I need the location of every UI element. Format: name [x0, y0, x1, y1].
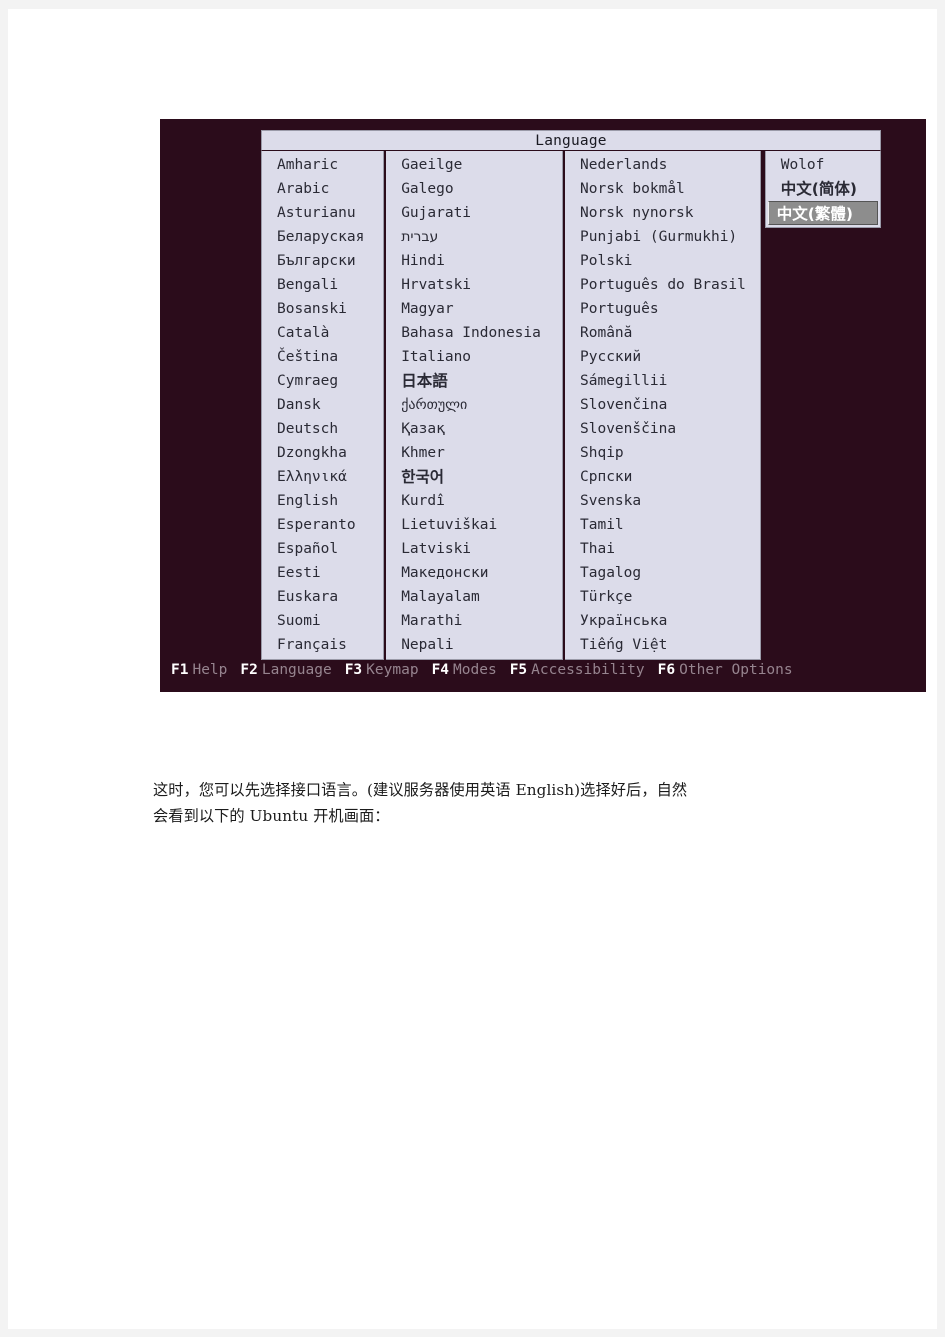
- function-key-code: F3: [344, 662, 363, 678]
- function-key-bar: F1 Help F2 Language F3 Keymap F4 Modes F5 Accessi…: [160, 659, 926, 681]
- language-item[interactable]: Khmer: [386, 441, 562, 465]
- function-key-label: Help: [192, 662, 228, 678]
- language-item[interactable]: Kurdî: [386, 489, 562, 513]
- ubuntu-installer-screenshot: Language Amharic Arabic Asturianu Беларуска…: [160, 119, 926, 692]
- language-item[interactable]: Suomi: [262, 609, 383, 633]
- language-item[interactable]: Thai: [565, 537, 760, 561]
- language-item[interactable]: Eesti: [262, 561, 383, 585]
- language-item[interactable]: Deutsch: [262, 417, 383, 441]
- caption-line-1: 这时，您可以先选择接口语言。(建议服务器使用英语 English)选择好后，自然: [153, 781, 688, 799]
- language-item[interactable]: Català: [262, 321, 383, 345]
- language-columns: Amharic Arabic Asturianu Беларуская Българск…: [261, 151, 881, 660]
- language-item[interactable]: Amharic: [262, 153, 383, 177]
- function-key-f1[interactable]: F1 Help: [171, 662, 227, 678]
- language-item[interactable]: עברית: [386, 225, 562, 249]
- function-key-f3[interactable]: F3 Keymap: [345, 662, 419, 678]
- language-item[interactable]: Қазақ: [386, 417, 562, 441]
- language-item[interactable]: Wolof: [766, 153, 880, 177]
- language-item[interactable]: Punjabi (Gurmukhi): [565, 225, 760, 249]
- language-item[interactable]: Hrvatski: [386, 273, 562, 297]
- function-key-label: Other Options: [679, 662, 793, 678]
- language-item[interactable]: Nepali: [386, 633, 562, 657]
- language-item[interactable]: Polski: [565, 249, 760, 273]
- language-item[interactable]: Español: [262, 537, 383, 561]
- language-item[interactable]: Lietuviškai: [386, 513, 562, 537]
- language-item[interactable]: 日本語: [386, 369, 562, 393]
- language-item[interactable]: Türkçe: [565, 585, 760, 609]
- language-item[interactable]: ქართული: [386, 393, 562, 417]
- function-key-code: F6: [657, 662, 676, 678]
- language-selection-dialog: Language Amharic Arabic Asturianu Беларуска…: [261, 130, 881, 660]
- language-item[interactable]: Dansk: [262, 393, 383, 417]
- language-item[interactable]: Gujarati: [386, 201, 562, 225]
- language-item[interactable]: Nederlands: [565, 153, 760, 177]
- language-item[interactable]: Marathi: [386, 609, 562, 633]
- language-item[interactable]: Беларуская: [262, 225, 383, 249]
- caption-line-2: 会看到以下的 Ubuntu 开机画面：: [153, 807, 390, 825]
- language-item[interactable]: 中文(简体): [766, 177, 880, 201]
- language-item[interactable]: Bahasa Indonesia: [386, 321, 562, 345]
- language-item[interactable]: Gaeilge: [386, 153, 562, 177]
- language-item[interactable]: Tiếng Việt: [565, 633, 760, 657]
- language-item[interactable]: Italiano: [386, 345, 562, 369]
- language-item[interactable]: Tagalog: [565, 561, 760, 585]
- function-key-f6[interactable]: F6 Other Options: [658, 662, 793, 678]
- language-item[interactable]: Sámegillii: [565, 369, 760, 393]
- language-item[interactable]: Malayalam: [386, 585, 562, 609]
- function-key-code: F2: [240, 662, 258, 678]
- language-item-selected[interactable]: 中文(繁體): [767, 201, 878, 225]
- language-item[interactable]: Asturianu: [262, 201, 383, 225]
- language-column-2[interactable]: Gaeilge Galego Gujarati עברית Hindi Hrvatski M…: [386, 151, 564, 660]
- language-item[interactable]: Dzongkha: [262, 441, 383, 465]
- dialog-title: Language: [261, 130, 881, 151]
- language-item[interactable]: Arabic: [262, 177, 383, 201]
- function-key-label: Modes: [453, 662, 497, 678]
- language-item[interactable]: Čeština: [262, 345, 383, 369]
- function-key-label: Keymap: [366, 662, 419, 678]
- language-item[interactable]: Português: [565, 297, 760, 321]
- language-item[interactable]: Svenska: [565, 489, 760, 513]
- language-item[interactable]: Hindi: [386, 249, 562, 273]
- language-item[interactable]: Slovenščina: [565, 417, 760, 441]
- language-item[interactable]: Latviski: [386, 537, 562, 561]
- function-key-label: Language: [261, 662, 332, 678]
- document-page: Language Amharic Arabic Asturianu Беларуска…: [8, 9, 937, 1329]
- language-item[interactable]: Русский: [565, 345, 760, 369]
- language-column-1[interactable]: Amharic Arabic Asturianu Беларуская Българск…: [261, 151, 385, 660]
- language-item[interactable]: Norsk bokmål: [565, 177, 760, 201]
- language-item[interactable]: Slovenčina: [565, 393, 760, 417]
- language-item[interactable]: 한국어: [386, 465, 562, 489]
- function-key-f2[interactable]: F2 Language: [240, 662, 331, 678]
- language-item[interactable]: Bosanski: [262, 297, 383, 321]
- language-item[interactable]: Bengali: [262, 273, 383, 297]
- function-key-f4[interactable]: F4 Modes: [432, 662, 497, 678]
- function-key-f5[interactable]: F5 Accessibility: [510, 662, 645, 678]
- function-key-label: Accessibility: [531, 662, 645, 678]
- language-item[interactable]: Tamil: [565, 513, 760, 537]
- language-column-4[interactable]: Wolof 中文(简体) 中文(繁體): [764, 151, 881, 228]
- caption-paragraph: 这时，您可以先选择接口语言。(建议服务器使用英语 English)选择好后，自然…: [153, 777, 868, 829]
- function-key-code: F1: [171, 662, 189, 678]
- language-item[interactable]: Galego: [386, 177, 562, 201]
- language-column-3[interactable]: Nederlands Norsk bokmål Norsk nynorsk Punja…: [565, 151, 761, 660]
- language-item[interactable]: Română: [565, 321, 760, 345]
- function-key-code: F5: [509, 662, 528, 678]
- language-item[interactable]: Esperanto: [262, 513, 383, 537]
- language-item[interactable]: Français: [262, 633, 383, 657]
- language-item[interactable]: Cymraeg: [262, 369, 383, 393]
- language-item[interactable]: English: [262, 489, 383, 513]
- language-item[interactable]: Magyar: [386, 297, 562, 321]
- language-item[interactable]: Ελληνικά: [262, 465, 383, 489]
- language-item[interactable]: Norsk nynorsk: [565, 201, 760, 225]
- language-item[interactable]: Български: [262, 249, 383, 273]
- language-item[interactable]: Српски: [565, 465, 760, 489]
- language-item[interactable]: Македонски: [386, 561, 562, 585]
- language-item[interactable]: Shqip: [565, 441, 760, 465]
- function-key-code: F4: [431, 662, 450, 678]
- language-item[interactable]: Euskara: [262, 585, 383, 609]
- language-item[interactable]: Українська: [565, 609, 760, 633]
- language-item[interactable]: Português do Brasil: [565, 273, 760, 297]
